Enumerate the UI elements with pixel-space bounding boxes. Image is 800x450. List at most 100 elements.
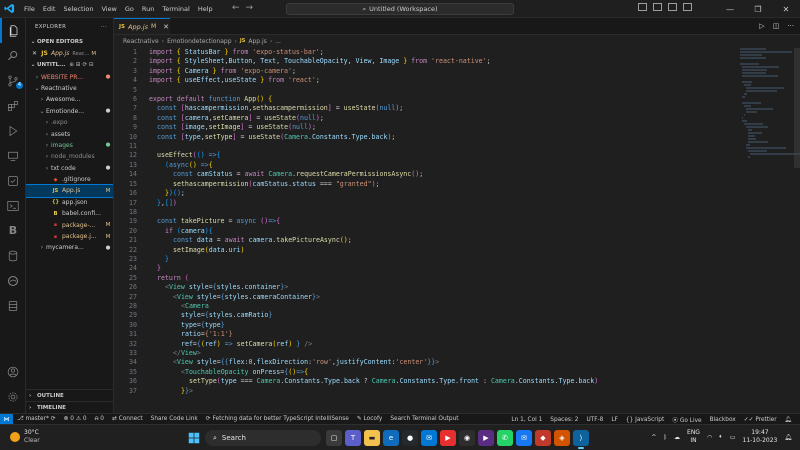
tab-close-icon[interactable]: ✕ xyxy=(163,23,169,31)
workspace-section[interactable]: ⌄ UNTITL... ⊕ ⊞ ⟳ ⊟ xyxy=(26,59,113,71)
go-live-button[interactable]: ⦿ Go Live xyxy=(668,415,705,424)
vertical-scrollbar[interactable] xyxy=(794,48,800,168)
toggle-secondary-sidebar-icon[interactable] xyxy=(668,3,677,11)
start-button-icon[interactable] xyxy=(186,430,202,446)
more-actions-icon[interactable]: ··· xyxy=(101,24,107,30)
tree-item[interactable]: ⌄ Emotionde... ● xyxy=(26,106,113,117)
minimap[interactable] xyxy=(740,48,800,178)
task-view-icon[interactable]: ▢ xyxy=(326,430,342,446)
tree-item[interactable]: ◆ .gitignore xyxy=(26,174,113,185)
chrome-icon[interactable]: ◉ xyxy=(459,430,475,446)
restore-icon[interactable]: ❐ xyxy=(744,0,772,18)
menu-item-go[interactable]: Go xyxy=(121,5,138,13)
office-icon[interactable]: ◈ xyxy=(554,430,570,446)
vscode-taskbar-icon[interactable]: ⟩ xyxy=(573,430,589,449)
tree-item[interactable]: Bbabel.config.js xyxy=(26,208,113,219)
workspace-actions-icons[interactable]: ⊕ ⊞ ⟳ ⊟ xyxy=(69,62,93,68)
remote-explorer-icon[interactable] xyxy=(0,143,26,168)
minimize-icon[interactable]: — xyxy=(716,0,744,18)
menu-item-file[interactable]: File xyxy=(20,5,39,13)
breadcrumb-item[interactable]: Emotiondetectionapp xyxy=(167,38,231,45)
split-editor-icon[interactable]: ◫ xyxy=(773,22,780,30)
docker-icon[interactable] xyxy=(0,293,26,318)
tree-item[interactable]: JS App.js M xyxy=(26,184,113,198)
github-desktop-icon[interactable]: ● xyxy=(402,430,418,446)
notification-center-icon[interactable]: 🔔︎ xyxy=(784,434,792,441)
menu-item-edit[interactable]: Edit xyxy=(39,5,60,13)
branch-indicator[interactable]: ⎇ master* ⟳ xyxy=(13,416,60,422)
toggle-sidebar-icon[interactable] xyxy=(638,3,647,11)
chevron-up-icon[interactable]: ^ xyxy=(651,434,656,441)
explorer-icon[interactable] xyxy=(0,18,26,43)
tree-item[interactable]: › txt code ● xyxy=(26,163,113,174)
customize-layout-icon[interactable] xyxy=(683,3,692,11)
account-icon[interactable] xyxy=(0,359,26,384)
tree-item[interactable]: › node_modules xyxy=(26,151,113,162)
menu-item-selection[interactable]: Selection xyxy=(59,5,97,13)
encoding[interactable]: UTF-8 xyxy=(582,417,607,423)
close-icon[interactable]: ✕ xyxy=(772,0,800,18)
whatsapp-icon[interactable]: ✆ xyxy=(497,430,513,446)
remote-indicator-icon[interactable]: ⋈ xyxy=(0,413,13,425)
command-center-search[interactable]: ⌕ Untitled (Workspace) xyxy=(286,3,514,15)
tree-item[interactable]: ⌄ Reactnative xyxy=(26,83,113,94)
search-icon[interactable] xyxy=(0,43,26,68)
outlook-icon[interactable]: ✉ xyxy=(421,430,437,446)
tree-item[interactable]: › .expo xyxy=(26,117,113,128)
breadcrumb-item[interactable]: App.js xyxy=(248,38,266,45)
tree-item[interactable]: {} app.json xyxy=(26,197,113,208)
search-terminal-button[interactable]: Search Terminal Output xyxy=(386,416,462,422)
source-control-icon[interactable]: 4 xyxy=(0,68,26,93)
weather-widget[interactable]: 30°C Clear xyxy=(10,429,40,445)
toggle-panel-icon[interactable] xyxy=(653,3,662,11)
blackbox-button[interactable]: Blackbox xyxy=(706,417,740,423)
locofy-button[interactable]: ✎ Locofy xyxy=(353,416,386,422)
wifi-icon[interactable]: ◠ xyxy=(707,434,712,441)
terminal-icon[interactable] xyxy=(0,193,26,218)
battery-icon[interactable]: ▭ xyxy=(730,434,736,441)
volume-icon[interactable]: 🔈︎ xyxy=(719,433,723,441)
outline-section[interactable]: › OUTLINE xyxy=(26,389,113,401)
edge-icon[interactable] xyxy=(0,268,26,293)
menu-item-view[interactable]: View xyxy=(97,5,120,13)
file-explorer-icon[interactable]: ▬ xyxy=(364,430,380,446)
timeline-section[interactable]: › TIMELINE xyxy=(26,401,113,413)
language-mode[interactable]: {} JavaScript xyxy=(622,417,668,423)
clock[interactable]: 19:47 11-10-2023 xyxy=(743,429,778,445)
more-actions-icon[interactable]: ··· xyxy=(787,22,794,30)
onedrive-icon[interactable]: ☁ xyxy=(674,434,680,441)
teams-icon[interactable]: T xyxy=(345,430,361,446)
share-code-link-button[interactable]: Share Code Link xyxy=(147,416,202,422)
taskbar-search[interactable]: ⌕ Search xyxy=(205,430,321,446)
indentation[interactable]: Spaces: 2 xyxy=(546,417,582,423)
tree-item[interactable]: › WEBSITE PR... ● xyxy=(26,71,113,82)
problems-indicator[interactable]: ⊗ 0 ⚠ 0 xyxy=(60,416,91,422)
extensions-icon[interactable] xyxy=(0,93,26,118)
settings-gear-icon[interactable] xyxy=(0,384,26,409)
tree-item[interactable]: ▪ package.j... M xyxy=(26,231,113,242)
back-arrow-icon[interactable]: ← xyxy=(232,3,240,13)
breadcrumb-item[interactable]: Reactnative xyxy=(123,38,159,45)
tree-item[interactable]: › mycamera... ● xyxy=(26,242,113,253)
breadcrumb-item[interactable]: ... xyxy=(275,38,281,45)
open-editor-item[interactable]: ✕ JS App.js Reac... M xyxy=(26,48,113,59)
menu-item-terminal[interactable]: Terminal xyxy=(158,5,193,13)
blackbox-icon[interactable]: B xyxy=(0,218,26,243)
media-player-icon[interactable]: ▶ xyxy=(478,430,494,446)
tree-item[interactable]: › Awesome... xyxy=(26,94,113,105)
forward-arrow-icon[interactable]: → xyxy=(246,3,254,13)
notifications-icon[interactable]: 🔔︎ xyxy=(781,417,796,423)
connect-button[interactable]: ⇄ Connect xyxy=(108,416,147,422)
close-icon[interactable]: ✕ xyxy=(32,50,40,57)
app-icon[interactable]: ◆ xyxy=(535,430,551,446)
open-editors-section[interactable]: ⌄ OPEN EDITORS xyxy=(26,36,113,48)
prettier-button[interactable]: ✓✓ Prettier xyxy=(740,417,781,423)
ports-indicator[interactable]: ⍾ 0 xyxy=(91,416,108,423)
menu-item-help[interactable]: Help xyxy=(194,5,217,13)
cursor-position[interactable]: Ln 1, Col 1 xyxy=(507,417,546,423)
menu-item-run[interactable]: Run xyxy=(138,5,158,13)
bluetooth-icon[interactable]: ᛒ xyxy=(663,434,667,441)
tab-app-js[interactable]: JS App.js M ✕ xyxy=(114,18,170,34)
database-icon[interactable] xyxy=(0,243,26,268)
end-of-line[interactable]: LF xyxy=(607,417,622,423)
